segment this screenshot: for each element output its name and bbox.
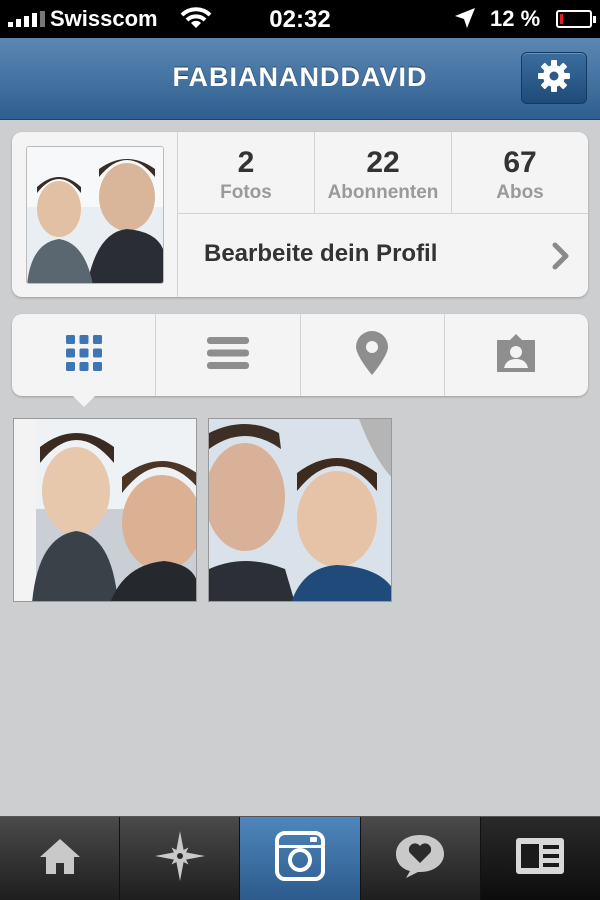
- tab-map-view[interactable]: [301, 314, 445, 396]
- tab-home[interactable]: [0, 817, 121, 900]
- avatar-container: [12, 132, 178, 297]
- photo-thumbnail[interactable]: [13, 418, 197, 602]
- stat-label: Fotos: [220, 182, 272, 203]
- navigation-bar: FABIANANDDAVID: [0, 38, 600, 120]
- gear-icon: [537, 59, 571, 98]
- edit-profile-button[interactable]: Bearbeite dein Profil: [178, 214, 588, 297]
- tagged-person-icon: [494, 332, 538, 379]
- battery-level-fill: [560, 14, 563, 24]
- tab-grid-view[interactable]: [12, 314, 157, 396]
- battery-icon: [556, 10, 596, 28]
- profile-card-icon: [515, 837, 565, 880]
- battery-percent: 12 %: [490, 6, 541, 31]
- status-bar: Swisscom 02:32 12 %: [0, 0, 600, 38]
- stat-value: 2: [237, 146, 255, 179]
- page-title: FABIANANDDAVID: [172, 62, 428, 92]
- chevron-right-icon: [552, 242, 570, 275]
- stat-label: Abos: [496, 182, 544, 203]
- tab-list-view[interactable]: [156, 314, 301, 396]
- grid-icon: [65, 334, 103, 377]
- tab-activity[interactable]: [361, 817, 481, 900]
- stat-value: 67: [503, 146, 537, 179]
- settings-button[interactable]: [521, 52, 587, 104]
- edit-profile-label: Bearbeite dein Profil: [204, 240, 438, 267]
- speech-heart-icon: [394, 833, 446, 884]
- stat-photos[interactable]: 2 Fotos: [178, 132, 315, 214]
- tab-tagged-view[interactable]: [445, 314, 588, 396]
- tab-profile[interactable]: [480, 817, 600, 900]
- stat-following[interactable]: 67 Abos: [452, 132, 588, 214]
- avatar[interactable]: [26, 146, 164, 284]
- home-icon: [38, 836, 82, 881]
- bottom-tab-bar: [0, 816, 600, 900]
- location-pin-icon: [354, 330, 390, 381]
- list-icon: [206, 336, 249, 375]
- stat-label: Abonnenten: [327, 182, 439, 203]
- location-arrow-icon: [454, 7, 476, 35]
- profile-card: 2 Fotos 22 Abonnenten 67 Abos Bearbeite …: [12, 132, 588, 297]
- tab-camera[interactable]: [240, 817, 361, 900]
- tab-explore[interactable]: [120, 817, 241, 900]
- explore-star-icon: [153, 829, 207, 888]
- active-tab-pointer: [72, 395, 96, 407]
- stat-followers[interactable]: 22 Abonnenten: [315, 132, 452, 214]
- stat-value: 22: [366, 146, 400, 179]
- photo-thumbnail[interactable]: [208, 418, 392, 602]
- camera-icon: [275, 831, 325, 886]
- view-mode-tabs: [12, 314, 588, 396]
